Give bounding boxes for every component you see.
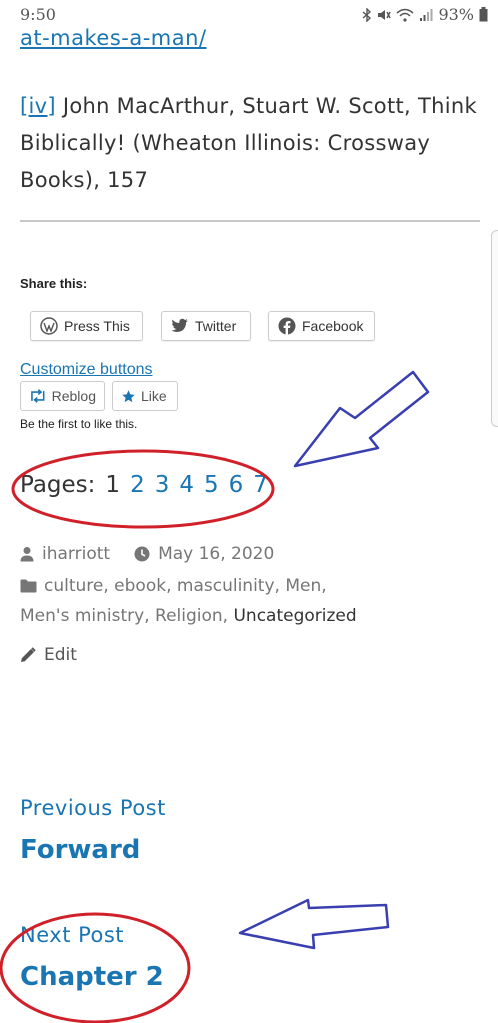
- post-date-link[interactable]: May 16, 2020: [158, 544, 274, 564]
- wordpress-icon: [40, 317, 58, 335]
- share-twitter-label: Twitter: [195, 318, 237, 334]
- category-link-uncategorized[interactable]: Uncategorized: [233, 606, 356, 626]
- annotation-arrow-next-post: [238, 898, 390, 950]
- next-post-title[interactable]: Chapter 2: [20, 962, 164, 992]
- pencil-icon: [21, 647, 36, 662]
- edit-row: Edit: [20, 645, 77, 665]
- category-separator: ,: [274, 576, 286, 596]
- twitter-icon: [171, 318, 188, 332]
- reblog-button[interactable]: Reblog: [20, 381, 105, 411]
- signal-icon: [420, 8, 433, 21]
- bluetooth-icon: [362, 7, 372, 22]
- category-link-culture[interactable]: culture: [44, 576, 103, 596]
- category-link-masculinity[interactable]: masculinity: [177, 576, 275, 596]
- like-button[interactable]: Like: [112, 381, 178, 411]
- category-link-men[interactable]: Men: [285, 576, 321, 596]
- pagination: Pages: 1 2 3 4 5 6 7: [20, 472, 268, 498]
- page-link-7[interactable]: 7: [253, 472, 268, 498]
- star-icon: [122, 389, 135, 402]
- folder-icon: [20, 579, 37, 593]
- reblog-label: Reblog: [51, 388, 96, 404]
- clock-icon: [134, 546, 150, 562]
- share-facebook-label: Facebook: [302, 318, 364, 334]
- divider: [20, 220, 480, 222]
- battery-percent: 93%: [438, 5, 474, 24]
- categories: culture, ebook, masculinity, Men, Men's …: [20, 576, 420, 626]
- category-separator: ,: [103, 576, 115, 596]
- share-facebook-button[interactable]: Facebook: [268, 311, 375, 341]
- battery-icon: [479, 7, 488, 22]
- share-press-this-button[interactable]: Press This: [30, 311, 143, 341]
- next-post-label[interactable]: Next Post: [20, 923, 124, 947]
- annotation-arrow-pagination: [293, 370, 430, 468]
- category-link-religion[interactable]: Religion: [155, 606, 223, 626]
- facebook-icon: [278, 317, 296, 335]
- article-url-link[interactable]: at-makes-a-man/: [20, 26, 207, 50]
- edit-link[interactable]: Edit: [44, 645, 77, 665]
- customize-buttons-link[interactable]: Customize buttons: [20, 361, 153, 379]
- edge-panel-handle[interactable]: [491, 230, 498, 427]
- author-link[interactable]: iharriott: [42, 544, 110, 564]
- pagination-label: Pages:: [20, 472, 96, 498]
- previous-post-label[interactable]: Previous Post: [20, 796, 166, 820]
- page-link-2[interactable]: 2: [130, 472, 145, 498]
- page-link-6[interactable]: 6: [229, 472, 244, 498]
- status-icons: 93%: [362, 5, 488, 24]
- status-time: 9:50: [20, 5, 56, 24]
- category-link-mens-ministry[interactable]: Men's ministry: [20, 606, 144, 626]
- page-link-4[interactable]: 4: [179, 472, 194, 498]
- post-meta-row: iharriott May 16, 2020: [20, 544, 274, 564]
- like-label: Like: [141, 388, 167, 404]
- page-link-3[interactable]: 3: [155, 472, 170, 498]
- page-current: 1: [105, 472, 121, 498]
- footnote: [iv] John MacArthur, Stuart W. Scott, Th…: [20, 88, 480, 199]
- share-heading: Share this:: [20, 276, 88, 291]
- reblog-icon: [31, 389, 45, 403]
- category-separator: ,: [222, 606, 234, 626]
- share-twitter-button[interactable]: Twitter: [161, 311, 251, 341]
- share-press-this-label: Press This: [64, 318, 130, 334]
- category-link-ebook[interactable]: ebook: [114, 576, 166, 596]
- first-like-text: Be the first to like this.: [20, 417, 138, 431]
- footnote-ref-link[interactable]: [iv]: [20, 94, 56, 118]
- category-separator: ,: [321, 576, 333, 596]
- wifi-icon: [396, 8, 414, 22]
- category-separator: ,: [166, 576, 177, 596]
- mute-icon: [378, 9, 392, 20]
- person-icon: [20, 547, 34, 562]
- previous-post-title[interactable]: Forward: [20, 835, 140, 865]
- category-separator: ,: [144, 606, 156, 626]
- footnote-text: John MacArthur, Stuart W. Scott, Think B…: [20, 94, 477, 192]
- page-link-5[interactable]: 5: [204, 472, 219, 498]
